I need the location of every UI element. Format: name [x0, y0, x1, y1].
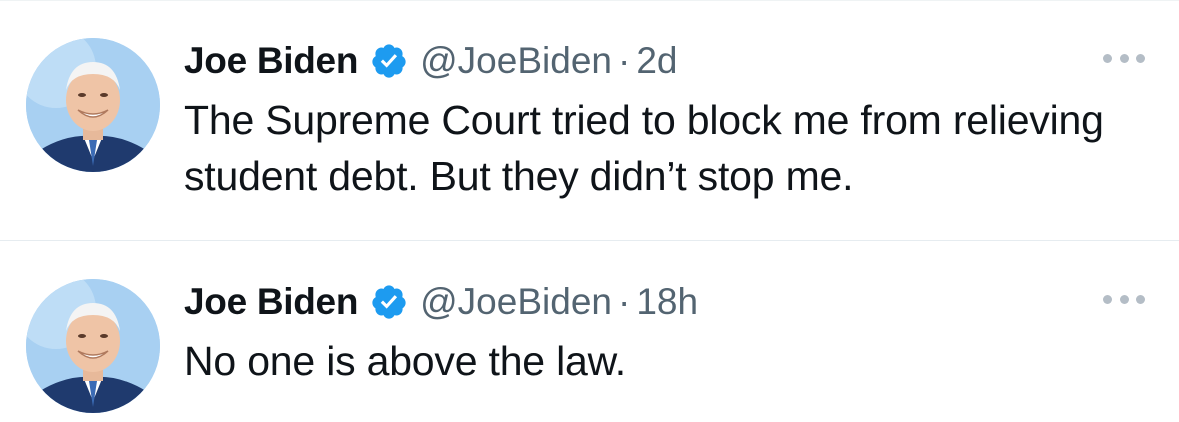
tweet-text: The Supreme Court tried to block me from… [184, 97, 1104, 199]
more-dot [1136, 53, 1145, 63]
more-dot [1103, 53, 1112, 63]
verified-badge-icon[interactable] [370, 42, 408, 80]
author-handle[interactable]: @JoeBiden [420, 281, 612, 323]
tweet-header: Joe Biden @JoeBiden · 18h [184, 279, 698, 325]
verified-badge-icon[interactable] [370, 283, 408, 321]
more-dot [1136, 294, 1145, 304]
more-dot [1103, 294, 1112, 304]
author-name[interactable]: Joe Biden [184, 40, 358, 82]
tweet[interactable]: Joe Biden @JoeBiden · 2d The Supreme Cou… [0, 0, 1179, 240]
tweet[interactable]: Joe Biden @JoeBiden · 18h No one is abov… [0, 241, 1179, 422]
tweet-text: No one is above the law. [184, 338, 626, 384]
tweet-header: Joe Biden @JoeBiden · 2d [184, 38, 677, 84]
timestamp[interactable]: 2d [636, 40, 677, 82]
author-name[interactable]: Joe Biden [184, 281, 358, 323]
timestamp[interactable]: 18h [636, 281, 698, 323]
separator: · [617, 281, 631, 322]
author-handle[interactable]: @JoeBiden [420, 40, 612, 82]
more-dot [1119, 294, 1129, 304]
more-options-icon[interactable] [1103, 50, 1145, 66]
avatar[interactable] [26, 279, 160, 413]
more-dot [1119, 53, 1129, 63]
separator: · [617, 40, 631, 81]
more-options-icon[interactable] [1103, 291, 1145, 307]
avatar[interactable] [26, 38, 160, 172]
